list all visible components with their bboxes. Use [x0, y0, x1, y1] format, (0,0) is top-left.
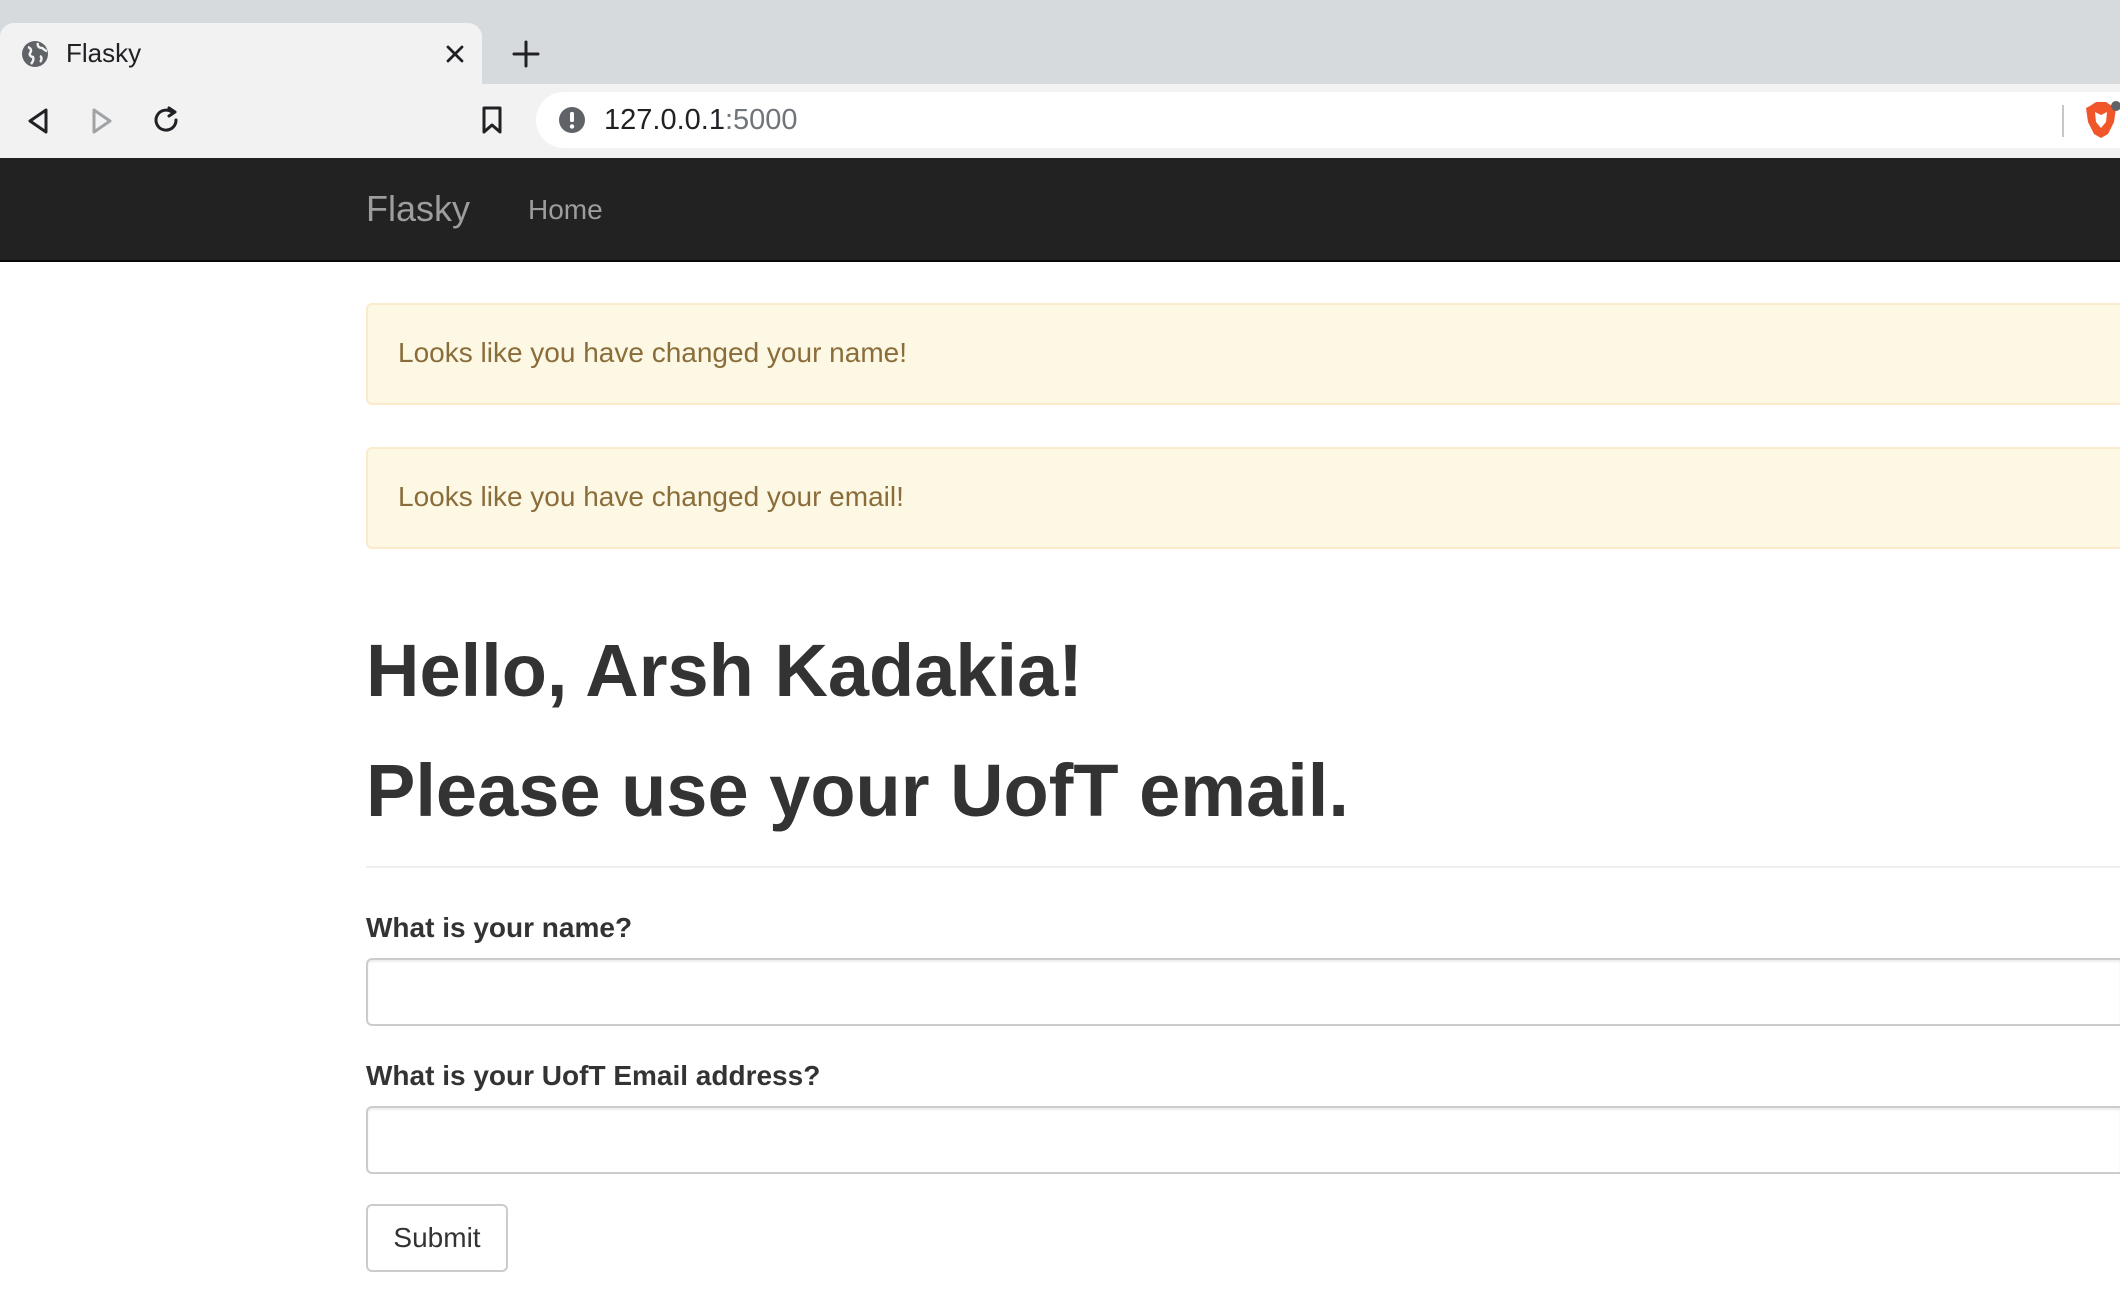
- tab-title: Flasky: [66, 38, 142, 68]
- forward-icon[interactable]: [88, 106, 116, 136]
- navbar-brand[interactable]: Flasky: [366, 188, 470, 230]
- info-icon[interactable]: [558, 106, 586, 134]
- brave-lion-icon[interactable]: [2082, 100, 2120, 140]
- plus-icon[interactable]: [510, 38, 542, 70]
- address-bar-separator: [2062, 105, 2064, 137]
- divider: [366, 866, 2120, 868]
- flash-alert: Looks like you have changed your email!: [366, 447, 2120, 549]
- email-input[interactable]: [366, 1106, 2120, 1174]
- navbar: Flasky Home: [0, 158, 2120, 262]
- nav-link-home[interactable]: Home: [528, 194, 603, 226]
- flash-alert-message: Looks like you have changed your name!: [398, 337, 907, 368]
- email-field-label: What is your UofT Email address?: [366, 1060, 821, 1091]
- flash-alert-message: Looks like you have changed your email!: [398, 481, 904, 512]
- back-icon[interactable]: [24, 106, 52, 136]
- url-text: 127.0.0.1:5000: [604, 104, 798, 136]
- address-bar[interactable]: 127.0.0.1:5000: [536, 92, 2120, 148]
- browser-tab[interactable]: Flasky: [0, 23, 482, 84]
- page-notice: Please use your UofT email.: [366, 749, 1349, 832]
- close-icon[interactable]: [442, 41, 468, 67]
- flash-alert: Looks like you have changed your name!: [366, 303, 2120, 405]
- submit-button[interactable]: Submit: [366, 1204, 508, 1272]
- page-greeting: Hello, Arsh Kadakia!: [366, 629, 1083, 712]
- browser-tabstrip: Flasky: [0, 0, 2120, 84]
- name-input[interactable]: [366, 958, 2120, 1026]
- globe-icon: [22, 41, 48, 67]
- name-field-label: What is your name?: [366, 912, 633, 943]
- bookmark-icon[interactable]: [478, 104, 506, 136]
- reload-icon[interactable]: [150, 104, 182, 136]
